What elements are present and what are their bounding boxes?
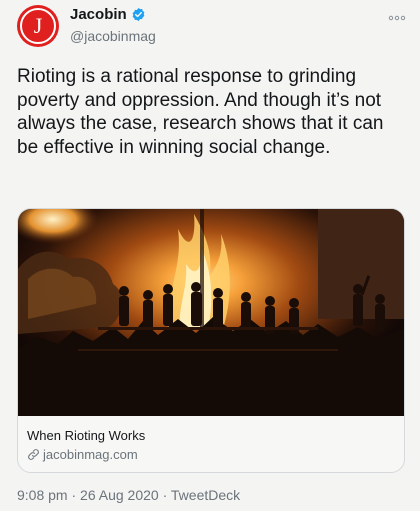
link-card-image xyxy=(18,209,404,416)
author-name[interactable]: Jacobin xyxy=(70,6,127,23)
link-card[interactable]: When Rioting Works jacobinmag.com xyxy=(17,208,405,473)
tweet-source[interactable]: TweetDeck xyxy=(171,487,240,503)
author-name-row: Jacobin xyxy=(70,6,146,23)
link-icon xyxy=(28,449,39,460)
link-card-domain-row: jacobinmag.com xyxy=(27,447,138,462)
author-handle[interactable]: @jacobinmag xyxy=(70,28,156,44)
more-options-icon[interactable] xyxy=(388,8,406,24)
tweet-meta: 9:08 pm · 26 Aug 2020 · TweetDeck xyxy=(17,487,240,503)
meta-separator: · xyxy=(162,487,168,503)
meta-separator: · xyxy=(71,487,77,503)
verified-badge-icon xyxy=(132,7,145,22)
tweet-time[interactable]: 9:08 pm xyxy=(17,487,68,503)
tweet-text: Rioting is a rational response to grindi… xyxy=(17,66,384,158)
svg-text:J: J xyxy=(34,13,43,38)
avatar[interactable]: J xyxy=(17,5,59,47)
tweet: J Jacobin @jacobinmag Rioting is a ratio… xyxy=(0,0,420,511)
tweet-date[interactable]: 26 Aug 2020 xyxy=(80,487,159,503)
link-card-title[interactable]: When Rioting Works xyxy=(27,428,145,443)
jacobin-logo-icon: J xyxy=(20,8,56,44)
link-card-domain: jacobinmag.com xyxy=(43,447,138,462)
